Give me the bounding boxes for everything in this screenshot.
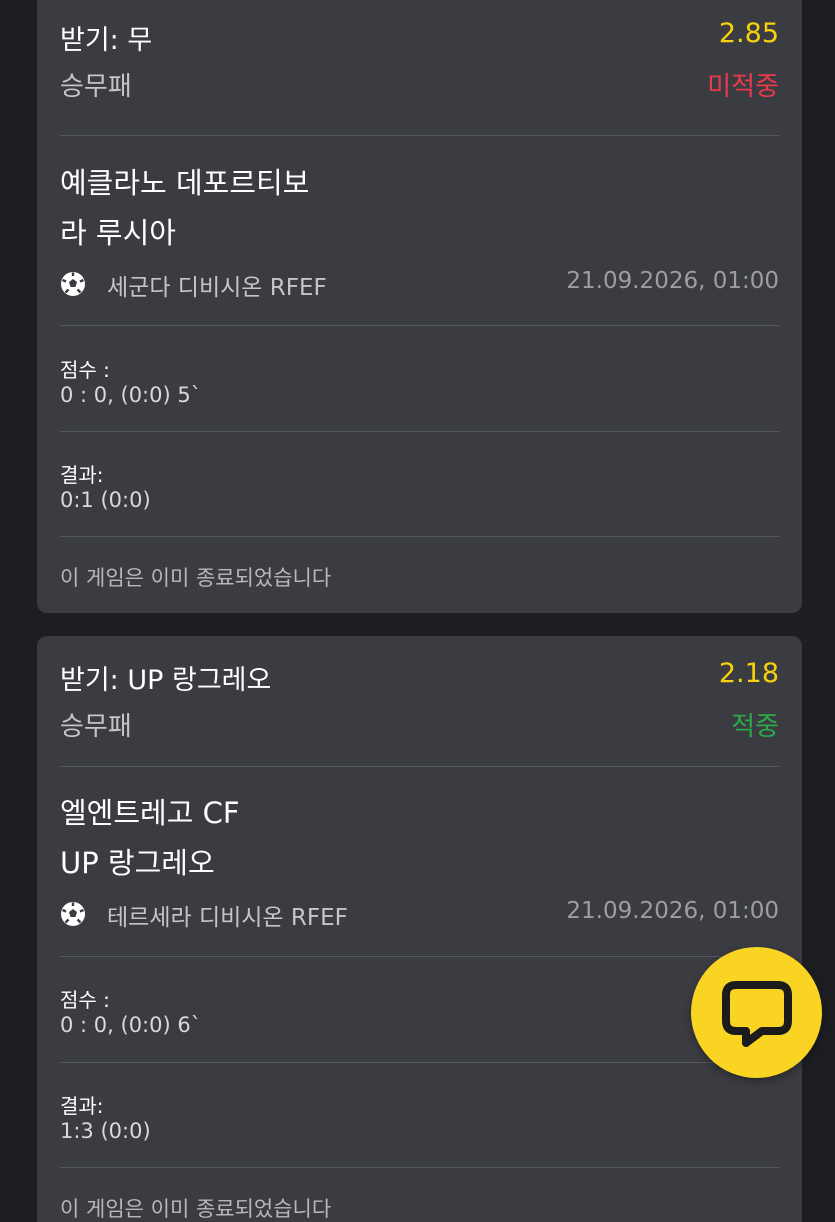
bet-card[interactable]: 받기: 무 2.85 승무패 미적중 예클라노 데포르티보 라 루시아 세군다 … bbox=[37, 0, 802, 613]
result-value: 1:3 (0:0) bbox=[60, 1119, 151, 1143]
bet-history-page: 받기: 무 2.85 승무패 미적중 예클라노 데포르티보 라 루시아 세군다 … bbox=[0, 0, 835, 1222]
bet-card[interactable]: 받기: UP 랑그레오 2.18 승무패 적중 엘엔트레고 CF UP 랑그레오… bbox=[37, 636, 802, 1222]
away-team: UP 랑그레오 bbox=[60, 846, 215, 880]
score-label: 점수 : bbox=[60, 988, 110, 1012]
bet-status-badge: 미적중 bbox=[707, 72, 779, 102]
divider bbox=[60, 956, 779, 957]
result-value: 0:1 (0:0) bbox=[60, 488, 151, 512]
score-value: 0 : 0, (0:0) 6` bbox=[60, 1013, 202, 1037]
game-ended-note: 이 게임은 이미 종료되었습니다 bbox=[60, 566, 332, 590]
odds-value: 2.85 bbox=[718, 18, 779, 49]
pick-label: 받기: 무 bbox=[60, 25, 153, 56]
divider bbox=[60, 325, 779, 326]
league-name: 세군다 디비시온 RFEF bbox=[107, 275, 327, 301]
divider bbox=[60, 766, 779, 767]
market-type: 승무패 bbox=[60, 712, 132, 742]
divider bbox=[60, 135, 779, 136]
match-datetime: 21.09.2026, 01:00 bbox=[566, 268, 779, 294]
home-team: 엘엔트레고 CF bbox=[60, 796, 240, 830]
league-row: 세군다 디비시온 RFEF 21.09.2026, 01:00 bbox=[60, 268, 779, 302]
match-datetime: 21.09.2026, 01:00 bbox=[566, 898, 779, 924]
bet-status-badge: 적중 bbox=[731, 712, 779, 742]
chat-bubble-icon bbox=[722, 981, 792, 1047]
soccer-ball-icon bbox=[61, 272, 85, 296]
chat-button[interactable] bbox=[691, 947, 822, 1078]
market-type: 승무패 bbox=[60, 72, 132, 102]
divider bbox=[60, 536, 779, 537]
divider bbox=[60, 431, 779, 432]
league-name: 테르세라 디비시온 RFEF bbox=[107, 905, 348, 931]
divider bbox=[60, 1062, 779, 1063]
odds-value: 2.18 bbox=[718, 658, 779, 689]
league-row: 테르세라 디비시온 RFEF 21.09.2026, 01:00 bbox=[60, 898, 779, 932]
divider bbox=[60, 1167, 779, 1168]
soccer-ball-icon bbox=[61, 902, 85, 926]
home-team: 예클라노 데포르티보 bbox=[60, 166, 310, 200]
result-label: 결과: bbox=[60, 463, 104, 487]
score-label: 점수 : bbox=[60, 358, 110, 382]
game-ended-note: 이 게임은 이미 종료되었습니다 bbox=[60, 1197, 332, 1221]
score-value: 0 : 0, (0:0) 5` bbox=[60, 383, 202, 407]
pick-label: 받기: UP 랑그레오 bbox=[60, 665, 272, 696]
away-team: 라 루시아 bbox=[60, 216, 176, 250]
result-label: 결과: bbox=[60, 1094, 104, 1118]
